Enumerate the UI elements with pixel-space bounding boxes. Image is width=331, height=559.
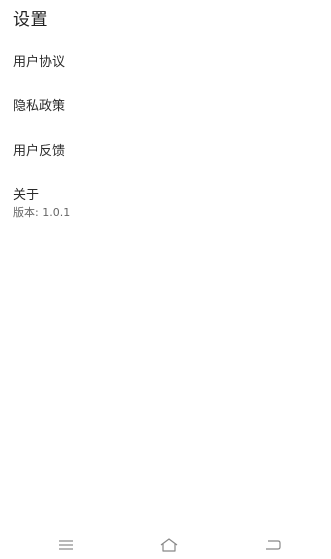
home-icon xyxy=(160,538,178,552)
menu-item-privacy-policy[interactable]: 隐私政策 xyxy=(13,95,65,114)
menu-item-about[interactable]: 关于 版本: 1.0.1 xyxy=(13,184,70,220)
menu-item-user-feedback[interactable]: 用户反馈 xyxy=(13,140,65,159)
back-button[interactable] xyxy=(259,535,287,555)
page-title: 设置 xyxy=(13,10,48,30)
home-button[interactable] xyxy=(155,535,183,555)
menu-button[interactable] xyxy=(52,535,80,555)
system-navigation-bar xyxy=(0,529,331,559)
version-text: 版本: 1.0.1 xyxy=(13,206,71,219)
about-label: 关于 xyxy=(13,188,40,203)
menu-item-user-agreement[interactable]: 用户协议 xyxy=(13,51,65,70)
menu-icon xyxy=(59,540,73,550)
back-icon xyxy=(266,540,281,550)
